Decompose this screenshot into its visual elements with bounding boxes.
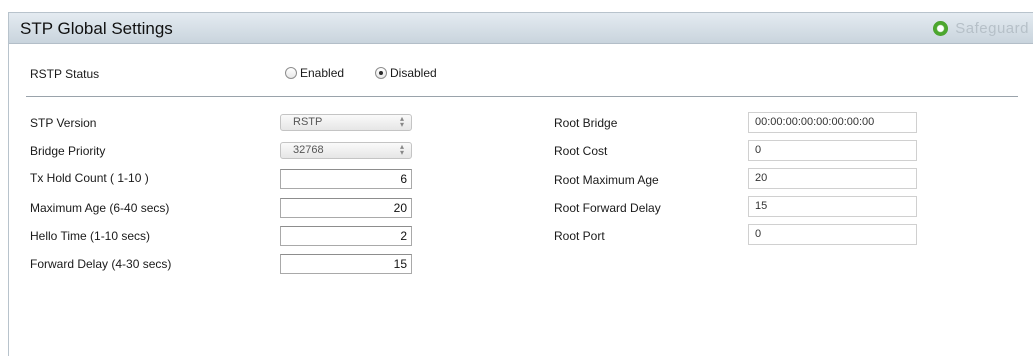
page-title: STP Global Settings bbox=[20, 19, 173, 38]
panel-title-bar: STP Global Settings Safeguard bbox=[9, 13, 1033, 44]
radio-button[interactable] bbox=[285, 67, 297, 79]
root-bridge-value: 00:00:00:00:00:00:00:00 bbox=[748, 112, 917, 133]
hello-time-input[interactable]: 2 bbox=[280, 226, 412, 246]
bridge-priority-select[interactable]: 32768 ▴ ▾ bbox=[280, 142, 412, 159]
bridge-priority-label: Bridge Priority bbox=[30, 144, 106, 158]
root-cost-value: 0 bbox=[748, 140, 917, 161]
tx-hold-count-input[interactable]: 6 bbox=[280, 169, 412, 189]
root-bridge-label: Root Bridge bbox=[554, 116, 618, 130]
rstp-disabled-radio[interactable]: Disabled bbox=[375, 66, 437, 80]
hello-time-label: Hello Time (1-10 secs) bbox=[30, 229, 151, 243]
root-port-label: Root Port bbox=[554, 229, 605, 243]
root-maximum-age-label: Root Maximum Age bbox=[554, 173, 659, 187]
section-divider bbox=[26, 96, 1018, 97]
rstp-enabled-radio[interactable]: Enabled bbox=[285, 66, 344, 80]
stp-version-value: RSTP bbox=[293, 116, 323, 128]
forward-delay-label: Forward Delay (4-30 secs) bbox=[30, 257, 172, 271]
radio-button-selected[interactable] bbox=[375, 67, 387, 79]
root-forward-delay-value: 15 bbox=[748, 196, 917, 217]
select-arrows-icon: ▴ ▾ bbox=[399, 114, 404, 129]
rstp-disabled-label: Disabled bbox=[390, 66, 437, 80]
tx-hold-count-label: Tx Hold Count ( 1-10 ) bbox=[30, 171, 149, 185]
maximum-age-label: Maximum Age (6-40 secs) bbox=[30, 201, 170, 215]
root-maximum-age-value: 20 bbox=[748, 168, 917, 189]
select-arrows-icon: ▴ ▾ bbox=[399, 142, 404, 157]
rstp-status-label: RSTP Status bbox=[30, 67, 100, 81]
stp-version-label: STP Version bbox=[30, 116, 97, 130]
root-forward-delay-label: Root Forward Delay bbox=[554, 201, 661, 215]
stp-version-select[interactable]: RSTP ▴ ▾ bbox=[280, 114, 412, 131]
safeguard-indicator: Safeguard bbox=[933, 20, 1029, 37]
root-port-value: 0 bbox=[748, 224, 917, 245]
rstp-enabled-label: Enabled bbox=[300, 66, 345, 80]
safeguard-status-icon bbox=[933, 21, 949, 36]
root-cost-label: Root Cost bbox=[554, 144, 608, 158]
maximum-age-input[interactable]: 20 bbox=[280, 198, 412, 218]
forward-delay-input[interactable]: 15 bbox=[280, 254, 412, 274]
bridge-priority-value: 32768 bbox=[293, 144, 324, 156]
safeguard-label: Safeguard bbox=[955, 20, 1029, 37]
